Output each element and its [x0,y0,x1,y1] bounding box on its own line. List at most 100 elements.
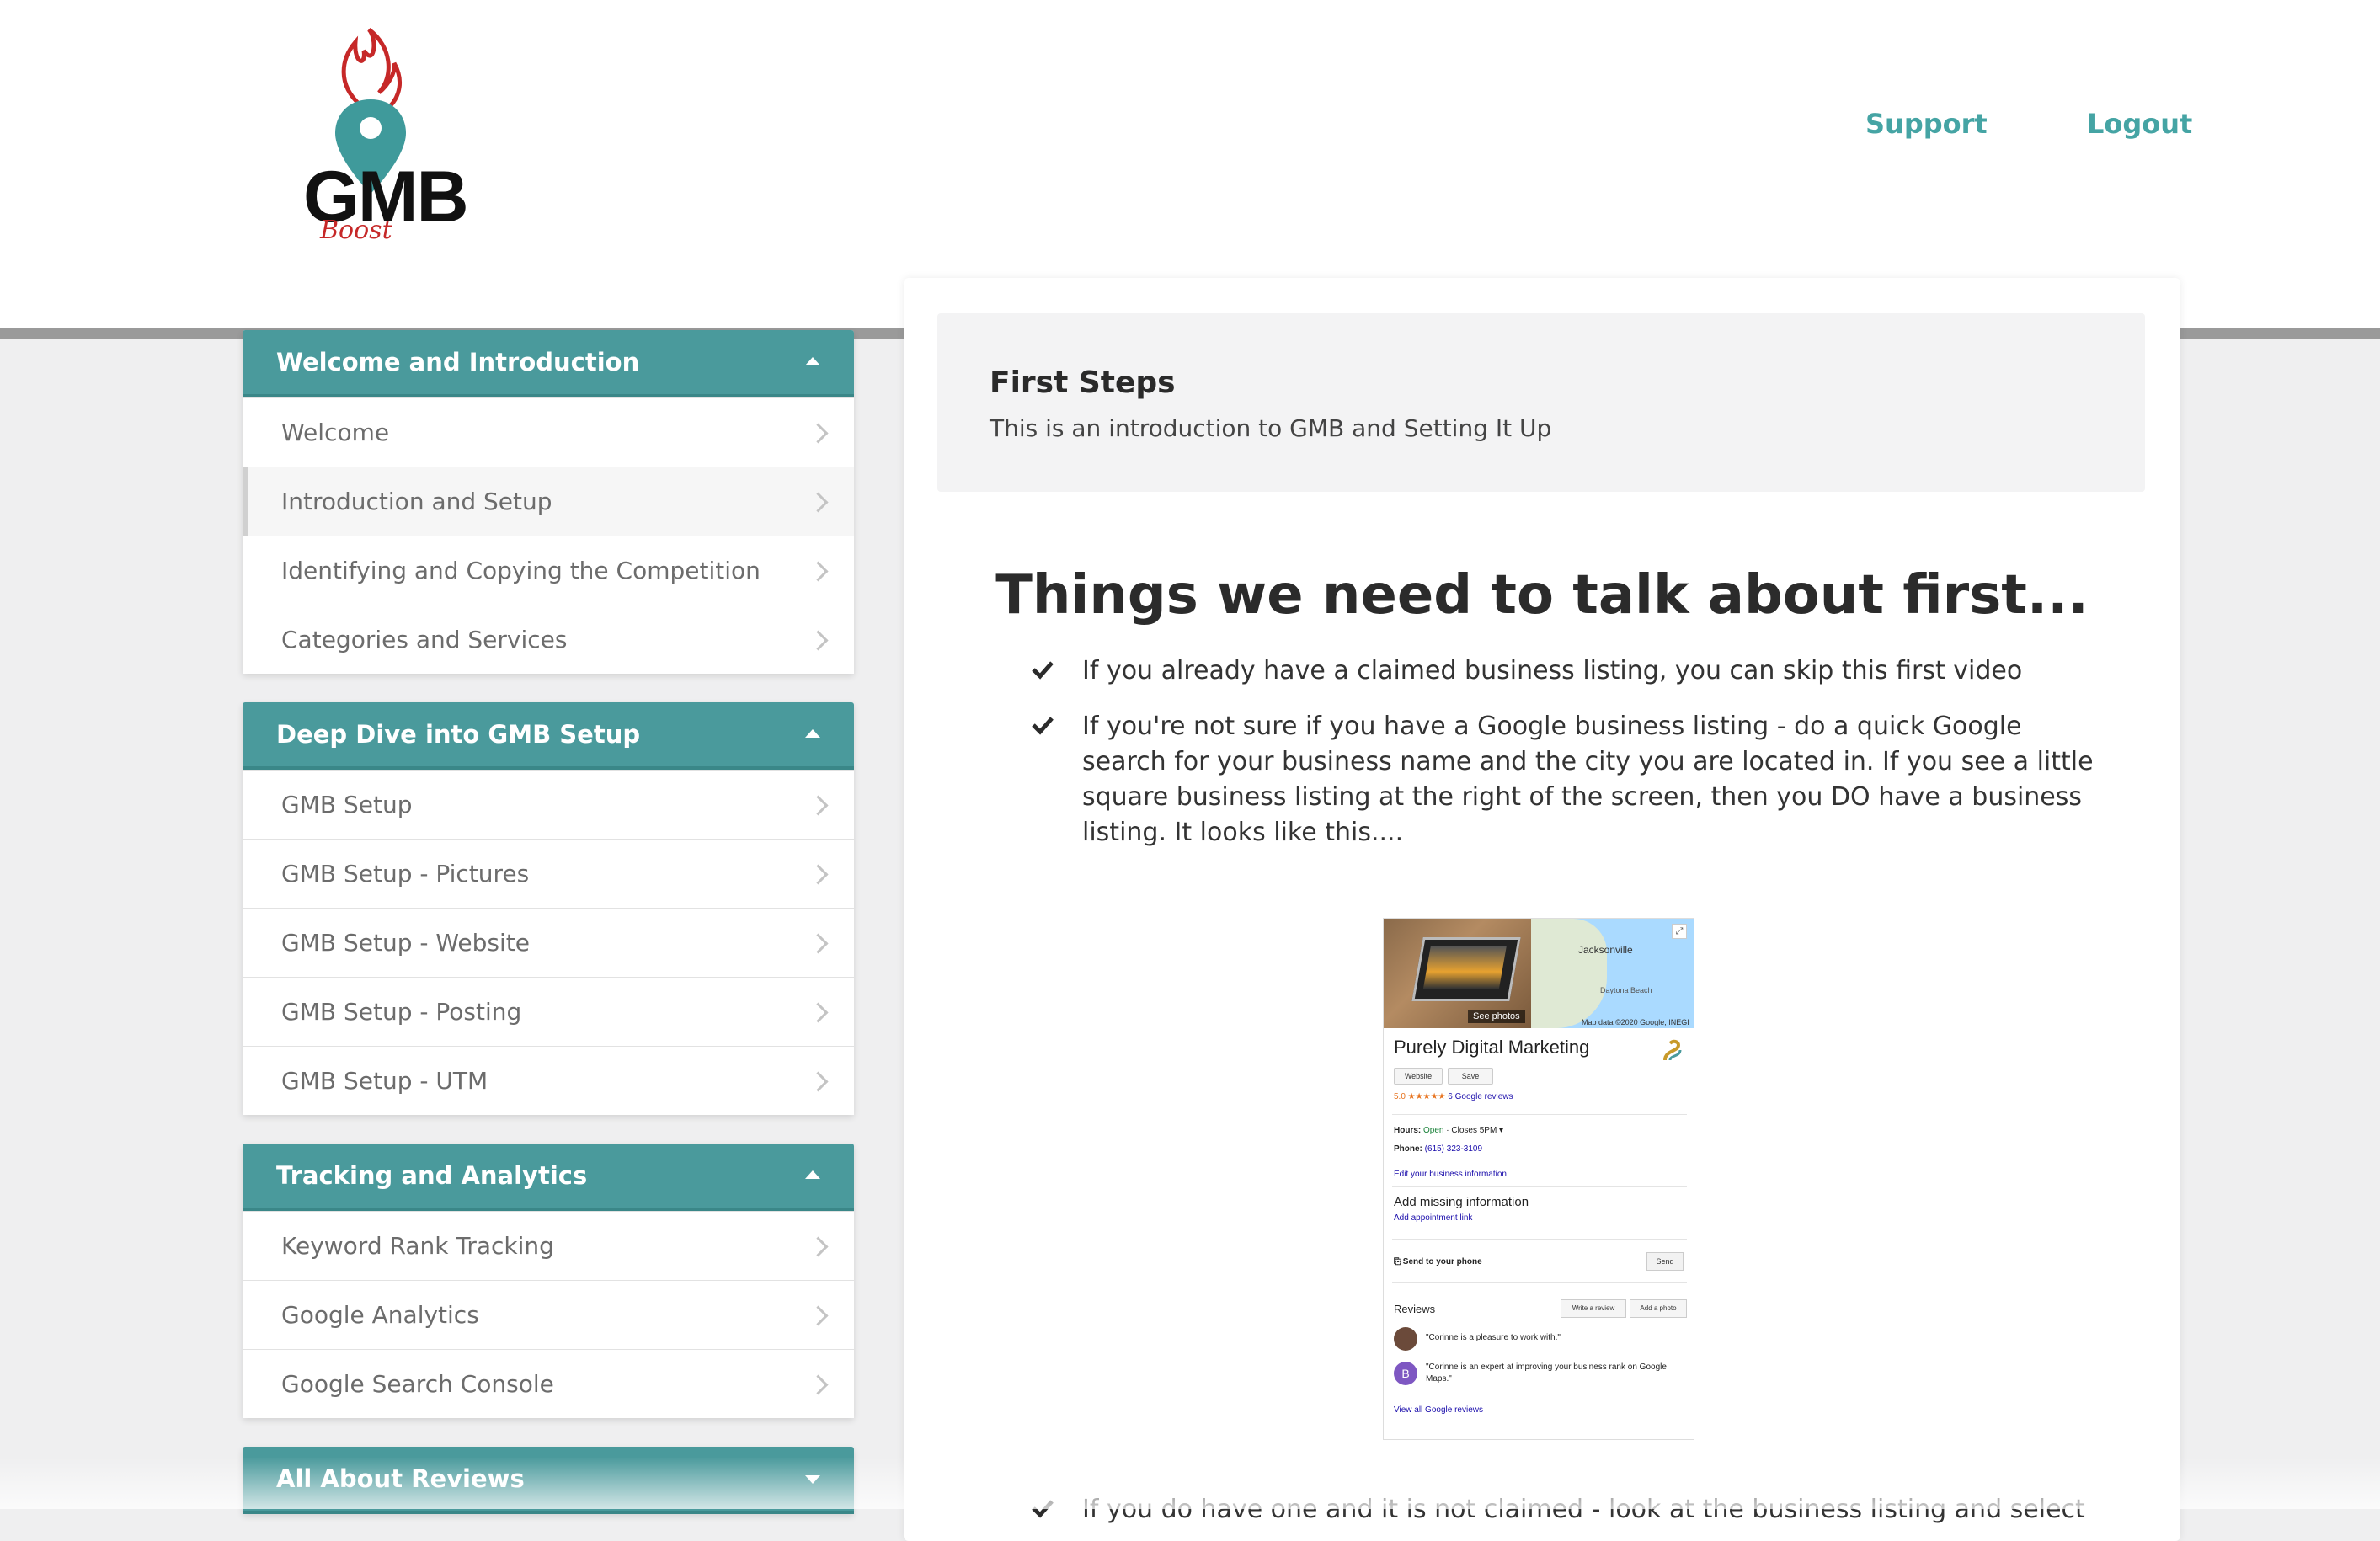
lesson-label: Identifying and Copying the Competition [281,557,760,584]
website-button: Website [1394,1068,1443,1085]
reviews-link: 6 Google reviews [1448,1092,1513,1101]
support-link[interactable]: Support [1865,108,1988,140]
expand-icon: ⤢ [1672,924,1687,939]
chevron-right-icon [808,863,829,885]
lesson-label: GMB Setup [281,791,413,818]
lesson-item[interactable]: Google Search Console [243,1349,854,1418]
save-button: Save [1448,1068,1493,1085]
chevron-right-icon [808,1235,829,1257]
checklist-text: If you already have a claimed business l… [1082,656,2023,685]
module-header[interactable]: Welcome and Introduction [243,330,854,397]
rating-stars: 5.0 ★★★★★ [1394,1092,1446,1101]
hours-close: · Closes 5PM ▾ [1446,1126,1504,1135]
module-title: Deep Dive into GMB Setup [276,720,641,749]
logout-link[interactable]: Logout [2087,108,2192,140]
map-thumbnail: Jacksonville Daytona Beach Map data ©202… [1531,919,1694,1028]
business-name: Purely Digital Marketing [1394,1037,1590,1058]
chevron-right-icon [808,1304,829,1326]
phone-number: (615) 323-3109 [1424,1144,1483,1154]
checklist-text: If you do have one and it is not claimed… [1082,1495,2085,1524]
lesson-label: GMB Setup - Pictures [281,860,530,888]
business-logo-icon [1663,1039,1682,1061]
lesson-label: Google Search Console [281,1370,554,1398]
edit-business-link: Edit your business information [1394,1170,1507,1179]
lesson-content: First Steps This is an introduction to G… [904,278,2180,1541]
chevron-right-icon [808,1001,829,1023]
module-title: All About Reviews [276,1464,525,1493]
lesson-label: Google Analytics [281,1301,479,1329]
lesson-label: GMB Setup - UTM [281,1067,488,1095]
lesson-label: Introduction and Setup [281,488,552,515]
module-header[interactable]: Tracking and Analytics [243,1144,854,1211]
missing-info-heading: Add missing information [1394,1195,1529,1209]
chevron-right-icon [808,629,829,651]
divider [1392,1282,1687,1283]
chevron-right-icon [808,422,829,444]
map-city-label: Jacksonville [1578,944,1633,956]
reviews-heading: Reviews [1394,1303,1436,1315]
divider [1392,1114,1687,1115]
module-welcome-and-introduction: Welcome and Introduction Welcome Introdu… [243,330,854,674]
lesson-label: Welcome [281,419,390,446]
lesson-label: GMB Setup - Posting [281,998,522,1026]
chevron-right-icon [808,560,829,582]
module-tracking-and-analytics: Tracking and Analytics Keyword Rank Trac… [243,1144,854,1418]
caret-up-icon [805,729,820,738]
map-credit: Map data ©2020 Google, INEGI [1582,1018,1689,1026]
lesson-item[interactable]: Categories and Services [243,605,854,674]
phone-label: Phone: [1394,1144,1422,1154]
checklist-item: If you're not sure if you have a Google … [1032,709,2110,850]
chevron-right-icon [808,1373,829,1395]
lesson-label: Keyword Rank Tracking [281,1232,554,1260]
chevron-right-icon [808,794,829,816]
lesson-title-box: First Steps This is an introduction to G… [937,313,2145,492]
lesson-label: GMB Setup - Website [281,929,530,957]
caret-down-icon [805,1475,820,1484]
map-beach-label: Daytona Beach [1600,986,1652,994]
rating: 5.0 ★★★★★ 6 Google reviews [1394,1092,1513,1101]
google-business-panel-image: See photos Jacksonville Daytona Beach Ma… [1383,918,1694,1440]
chevron-right-icon [808,1070,829,1092]
gmb-boost-logo[interactable]: GMB Boost [295,25,469,253]
lesson-item[interactable]: GMB Setup - UTM [243,1046,854,1115]
review-snippet: "Corinne is a pleasure to work with." [1426,1333,1561,1342]
divider [1392,1239,1687,1240]
module-header[interactable]: Deep Dive into GMB Setup [243,702,854,770]
see-photos-label: See photos [1468,1010,1525,1023]
lesson-item[interactable]: GMB Setup - Website [243,908,854,977]
checkmark-icon [1032,717,1054,735]
content-heading: Things we need to talk about first... [995,564,2089,627]
phone-row: Phone: (615) 323-3109 [1394,1144,1482,1154]
lesson-item[interactable]: GMB Setup - Pictures [243,839,854,908]
hours-row: Hours: Open · Closes 5PM ▾ [1394,1126,1503,1135]
caret-up-icon [805,357,820,365]
lesson-item[interactable]: Keyword Rank Tracking [243,1211,854,1280]
chevron-right-icon [808,491,829,513]
hours-status: Open [1423,1126,1444,1135]
hours-label: Hours: [1394,1126,1422,1135]
module-title: Welcome and Introduction [276,348,640,376]
checklist-text: If you're not sure if you have a Google … [1082,712,2094,847]
send-button: Send [1646,1252,1684,1271]
review-snippet: "Corinne is an expert at improving your … [1426,1362,1667,1384]
laptop-image [1411,937,1521,1001]
reviewer-avatar: B [1394,1362,1417,1385]
checkmark-icon [1032,1500,1054,1518]
lesson-item[interactable]: GMB Setup [243,770,854,839]
lesson-item[interactable]: GMB Setup - Posting [243,977,854,1046]
logo-subtext: Boost [320,216,392,245]
lesson-subtitle: This is an introduction to GMB and Setti… [990,414,1552,442]
lesson-item[interactable]: Identifying and Copying the Competition [243,536,854,605]
checklist-item: If you already have a claimed business l… [1032,653,2110,689]
lesson-item[interactable]: Google Analytics [243,1280,854,1349]
send-to-phone-label: ⎘ Send to your phone [1394,1257,1482,1266]
module-header[interactable]: All About Reviews [243,1447,854,1514]
module-all-about-reviews: All About Reviews [243,1447,854,1514]
view-all-reviews-link: View all Google reviews [1394,1405,1483,1415]
module-title: Tracking and Analytics [276,1161,588,1190]
lesson-item[interactable]: Welcome [243,397,854,467]
laptop-screen [1422,946,1507,989]
caret-up-icon [805,1170,820,1179]
add-photo-button: Add a photo [1630,1299,1687,1318]
lesson-item-active[interactable]: Introduction and Setup [243,467,854,536]
